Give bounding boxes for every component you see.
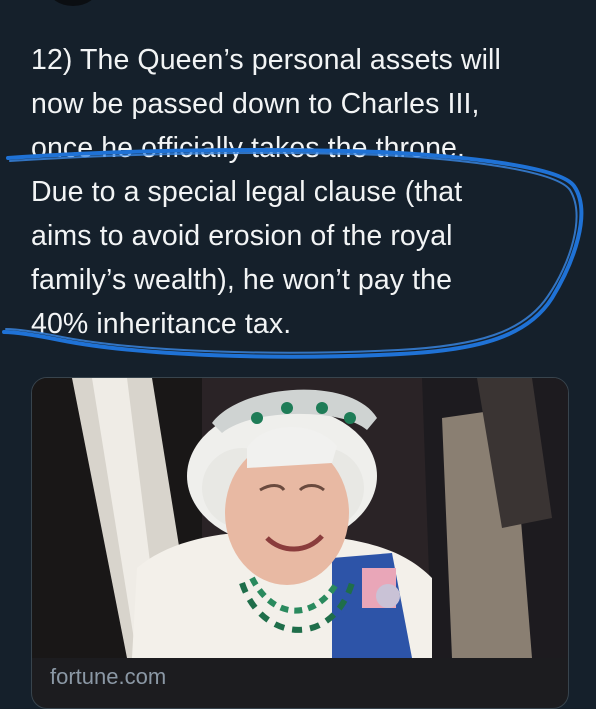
avatar[interactable] — [48, 0, 98, 6]
link-preview-card[interactable]: fortune.com — [31, 377, 569, 709]
tweet-paragraph-1: 12) The Queen’s personal assets will now… — [31, 44, 501, 164]
tweet-text: 12) The Queen’s personal assets will now… — [31, 38, 571, 346]
card-source-domain: fortune.com — [50, 664, 167, 689]
tweet-paragraph-2: Due to a special legal clause (that aims… — [31, 176, 463, 340]
card-photo — [32, 378, 568, 658]
